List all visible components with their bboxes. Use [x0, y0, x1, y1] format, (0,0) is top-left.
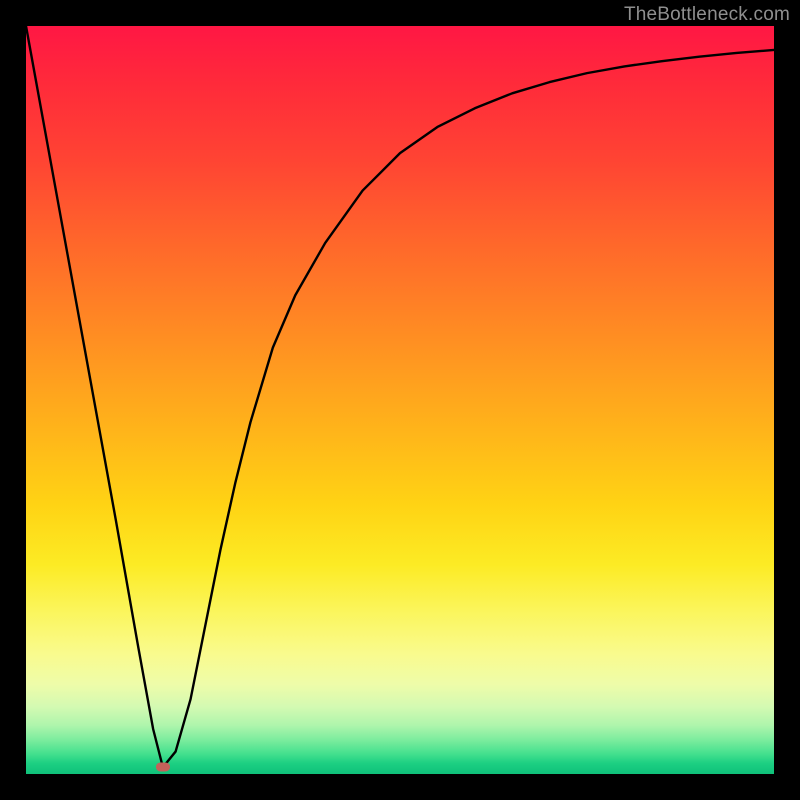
attribution-text: TheBottleneck.com — [624, 4, 790, 26]
curve-path — [26, 26, 774, 767]
minimum-marker — [156, 763, 170, 772]
plot-area — [26, 26, 774, 774]
bottleneck-curve — [26, 26, 774, 774]
chart-stage: TheBottleneck.com — [0, 0, 800, 800]
